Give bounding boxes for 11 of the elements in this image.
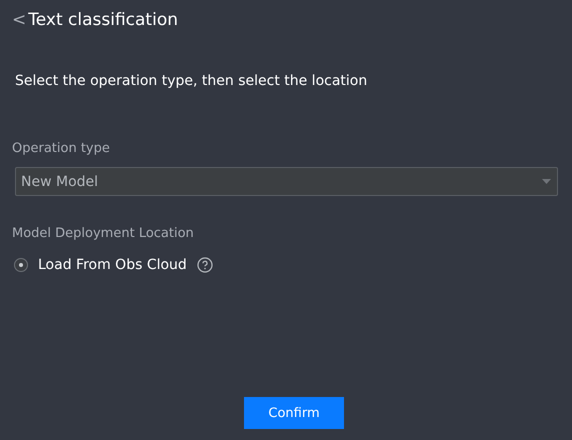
back-button[interactable]: < xyxy=(12,10,26,30)
option-label: Load From Obs Cloud xyxy=(38,257,187,273)
field-label: Model Deployment Location xyxy=(12,226,195,241)
instruction-text: Select the operation type, then select the location xyxy=(15,73,368,89)
field-label: Operation type xyxy=(12,141,111,156)
page-title: Text classification xyxy=(28,10,178,30)
radio-button[interactable] xyxy=(14,258,28,272)
help-icon[interactable] xyxy=(196,257,213,273)
caret-icon xyxy=(542,179,551,184)
confirm-button[interactable]: Confirm xyxy=(244,397,344,429)
operation-type-select[interactable]: New Model xyxy=(15,167,558,196)
